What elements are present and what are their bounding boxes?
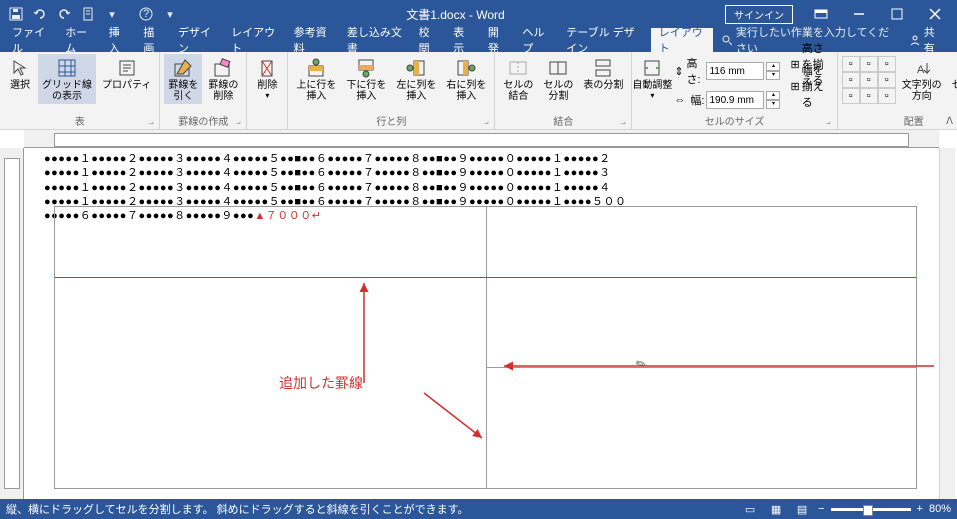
- group-label-align: 配置: [842, 112, 957, 129]
- qat-more2-icon[interactable]: ▾: [160, 4, 180, 24]
- doc-icon[interactable]: [78, 4, 98, 24]
- gridlines-button[interactable]: グリッド線 の表示: [38, 54, 96, 104]
- help-icon[interactable]: ?: [136, 4, 156, 24]
- split-table-button[interactable]: 表の分割: [579, 54, 627, 93]
- tab-10[interactable]: 開発: [480, 28, 515, 52]
- zoom-out-icon[interactable]: −: [818, 503, 824, 515]
- window-title: 文書1.docx - Word: [186, 6, 725, 23]
- draw-border-button[interactable]: 罫線を 引く: [164, 54, 202, 104]
- qat-more-icon[interactable]: ▾: [102, 4, 122, 24]
- tab-3[interactable]: 描画: [135, 28, 170, 52]
- tab-2[interactable]: 挿入: [101, 28, 136, 52]
- tab-5[interactable]: レイアウト: [223, 28, 285, 52]
- tab-12[interactable]: テーブル デザイン: [558, 28, 650, 52]
- tab-6[interactable]: 参考資料: [286, 28, 339, 52]
- split-cells-button[interactable]: セルの 分割: [539, 54, 577, 104]
- insert-row-above-button[interactable]: 上に行を 挿入: [292, 54, 340, 104]
- save-icon[interactable]: [6, 4, 26, 24]
- select-button[interactable]: 選択: [4, 54, 36, 93]
- collapse-ribbon-icon[interactable]: ᐱ: [946, 116, 953, 127]
- view-web-icon[interactable]: ▤: [792, 501, 812, 517]
- tab-0[interactable]: ファイル: [4, 28, 57, 52]
- view-print-icon[interactable]: ▦: [766, 501, 786, 517]
- group-label-draw: 罫線の作成: [164, 112, 242, 129]
- tab-11[interactable]: ヘルプ: [514, 28, 558, 52]
- ribbon-options-icon[interactable]: [803, 2, 839, 26]
- align-grid[interactable]: ▫▫▫ ▫▫▫ ▫▫▫: [842, 54, 896, 104]
- horizontal-ruler[interactable]: [24, 130, 939, 148]
- zoom-value[interactable]: 80%: [929, 503, 951, 515]
- distribute-cols-button[interactable]: ⊞幅を揃える: [786, 76, 832, 96]
- page[interactable]: ●●●●●１●●●●●２●●●●●３●●●●●４●●●●●５●●■●●６●●●●…: [24, 148, 957, 499]
- undo-icon[interactable]: [30, 4, 50, 24]
- insert-row-below-button[interactable]: 下に行を 挿入: [342, 54, 390, 104]
- group-label-rowscols: 行と列: [292, 112, 490, 129]
- cell-margins-button[interactable]: セルの 配置: [948, 54, 957, 104]
- document-area: ●●●●●１●●●●●２●●●●●３●●●●●４●●●●●５●●■●●６●●●●…: [0, 148, 957, 499]
- view-read-icon[interactable]: ▭: [740, 501, 760, 517]
- ruler-area: [0, 130, 957, 148]
- insert-col-right-button[interactable]: 右に列を 挿入: [442, 54, 490, 104]
- group-label-table: 表: [4, 112, 155, 129]
- tab-8[interactable]: 校閲: [411, 28, 446, 52]
- text-direction-button[interactable]: A文字列の 方向: [898, 54, 946, 104]
- zoom-slider[interactable]: [831, 508, 911, 511]
- delete-button[interactable]: 削除▾: [251, 54, 283, 102]
- zoom-in-icon[interactable]: +: [917, 503, 923, 515]
- tab-7[interactable]: 差し込み文書: [339, 28, 411, 52]
- tab-1[interactable]: ホーム: [57, 28, 101, 52]
- close-icon[interactable]: [917, 2, 953, 26]
- pencil-cursor-icon: ✎: [633, 355, 649, 372]
- table[interactable]: ✎: [54, 206, 917, 489]
- status-text: 縦、横にドラッグしてセルを分割します。 斜めにドラッグすると斜線を引くことができ…: [6, 501, 469, 517]
- tab-4[interactable]: デザイン: [170, 28, 223, 52]
- tab-13[interactable]: レイアウト: [651, 28, 713, 52]
- erase-border-button[interactable]: 罫線の 削除: [204, 54, 242, 104]
- annotation-text: 追加した罫線: [279, 373, 363, 393]
- properties-button[interactable]: プロパティ: [98, 54, 155, 93]
- quick-access-toolbar: ▾ ? ▾: [0, 4, 186, 24]
- maximize-icon[interactable]: [879, 2, 915, 26]
- autofit-button[interactable]: 自動調整▾: [636, 54, 668, 102]
- statusbar: 縦、横にドラッグしてセルを分割します。 斜めにドラッグすると斜線を引くことができ…: [0, 499, 957, 519]
- svg-text:A: A: [917, 64, 925, 76]
- signin-button[interactable]: サインイン: [725, 5, 793, 24]
- group-label-merge: 結合: [499, 112, 627, 129]
- svg-text:?: ?: [143, 8, 149, 20]
- ribbon: 選択 グリッド線 の表示 プロパティ 表 罫線を 引く 罫線の 削除 罫線の作成…: [0, 52, 957, 130]
- tab-9[interactable]: 表示: [445, 28, 480, 52]
- merge-cells-button[interactable]: セルの 結合: [499, 54, 537, 104]
- redo-icon[interactable]: [54, 4, 74, 24]
- insert-col-left-button[interactable]: 左に列を 挿入: [392, 54, 440, 104]
- height-spinner[interactable]: ⇕高さ:▴▾: [674, 55, 780, 87]
- vertical-scrollbar[interactable]: [939, 148, 955, 499]
- width-spinner[interactable]: ⇔幅:▴▾: [674, 91, 780, 109]
- minimize-icon[interactable]: [841, 2, 877, 26]
- vertical-ruler[interactable]: [0, 148, 24, 499]
- group-label-cellsize: セルのサイズ: [636, 112, 832, 129]
